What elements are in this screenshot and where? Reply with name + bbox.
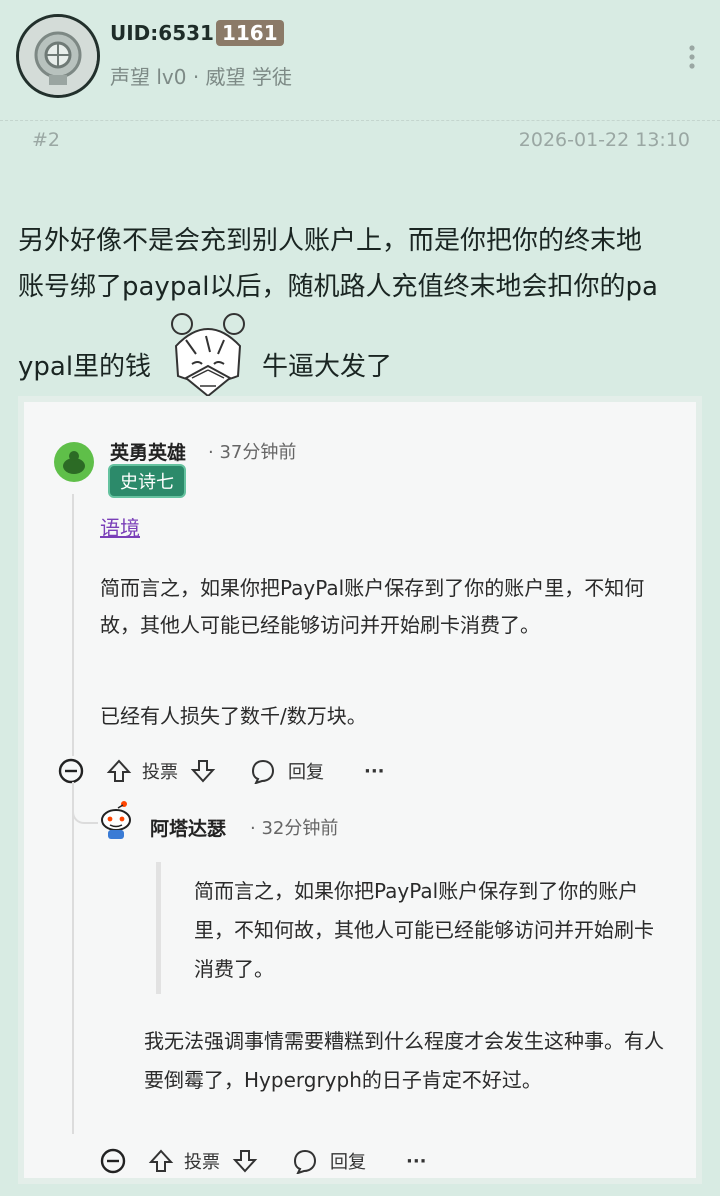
comment1-username[interactable]: 英勇英雄 <box>110 438 186 465</box>
post-timestamp: 2026-01-22 13:10 <box>518 129 690 151</box>
vote-label: 投票 <box>184 1152 220 1173</box>
downvote-arrow-icon[interactable] <box>232 1148 258 1174</box>
reddit-avatar-green-icon <box>54 442 94 482</box>
uid-label: UID:6531 <box>110 21 214 45</box>
comment-bubble-icon[interactable] <box>250 758 276 785</box>
upvote-arrow-icon[interactable] <box>148 1148 174 1174</box>
upvote-arrow-icon[interactable] <box>106 758 132 784</box>
reply-label[interactable]: 回复 <box>330 1148 366 1174</box>
comment1-time: · 37分钟前 <box>208 442 297 463</box>
embedded-content: 英勇英雄 · 37分钟前 史诗七 语境 简而言之，如果你把PayPal账户保存到… <box>24 402 696 1178</box>
post-line-3a: ypal里的钱 <box>18 352 152 382</box>
thread-elbow <box>72 792 98 824</box>
post-line-2: 账号绑了paypal以后，随机路人充值终末地会扣你的pa <box>18 272 658 302</box>
post-body: 另外好像不是会充到别人账户上，而是你把你的终末地 账号绑了paypal以后，随机… <box>18 218 708 310</box>
header-divider <box>0 120 720 121</box>
user-avatar[interactable] <box>16 14 100 98</box>
reputation-text: 声望 lv0 · 威望 学徒 <box>110 65 292 89</box>
comment1-body: 简而言之，如果你把PayPal账户保存到了你的账户里，不知何故，其他人可能已经能… <box>100 576 645 637</box>
comment-bubble-icon[interactable] <box>292 1148 318 1175</box>
post-line-3b: 牛逼大发了 <box>262 352 393 382</box>
comment1-flair: 史诗七 <box>108 464 186 498</box>
thread-line <box>72 494 74 756</box>
reddit-snoo-avatar-icon <box>98 800 134 840</box>
comment2-actions: 投票 回复 ··· <box>100 1148 427 1175</box>
collapse-circle-icon[interactable] <box>58 758 84 784</box>
context-link[interactable]: 语境 <box>100 512 140 541</box>
reply-label[interactable]: 回复 <box>288 758 324 784</box>
embedded-screenshot[interactable]: 英勇英雄 · 37分钟前 史诗七 语境 简而言之，如果你把PayPal账户保存到… <box>18 396 702 1184</box>
comment2-time: · 32分钟前 <box>250 818 339 839</box>
comment2-body: 我无法强调事情需要糟糕到什么程度才会发生这种事。有人要倒霉了，Hypergryp… <box>144 1029 664 1092</box>
comment1-extra: 已经有人损失了数千/数万块。 <box>100 704 367 728</box>
uid-tag: 1161 <box>215 20 284 46</box>
thread-line-2 <box>72 782 74 1134</box>
collapse-circle-icon[interactable] <box>100 1148 126 1174</box>
uid-row: UID:6531 1161 <box>110 20 284 46</box>
vote-label: 投票 <box>142 762 178 783</box>
helmet-avatar-icon <box>19 17 97 95</box>
more-vertical-icon[interactable] <box>684 44 700 70</box>
post-line-1: 另外好像不是会充到别人账户上，而是你把你的终末地 <box>18 226 643 256</box>
more-horizontal-icon[interactable]: ··· <box>364 761 385 782</box>
comment1-actions: 投票 回复 ··· <box>58 758 385 785</box>
quote-bar <box>156 862 161 994</box>
downvote-arrow-icon[interactable] <box>190 758 216 784</box>
comment2-quote: 简而言之，如果你把PayPal账户保存到了你的账户里，不知何故，其他人可能已经能… <box>194 879 654 981</box>
anime-sticker-icon <box>156 306 260 398</box>
more-horizontal-icon[interactable]: ··· <box>406 1151 427 1172</box>
floor-number: #2 <box>32 129 61 151</box>
comment2-username[interactable]: 阿塔达瑟 <box>150 814 226 841</box>
